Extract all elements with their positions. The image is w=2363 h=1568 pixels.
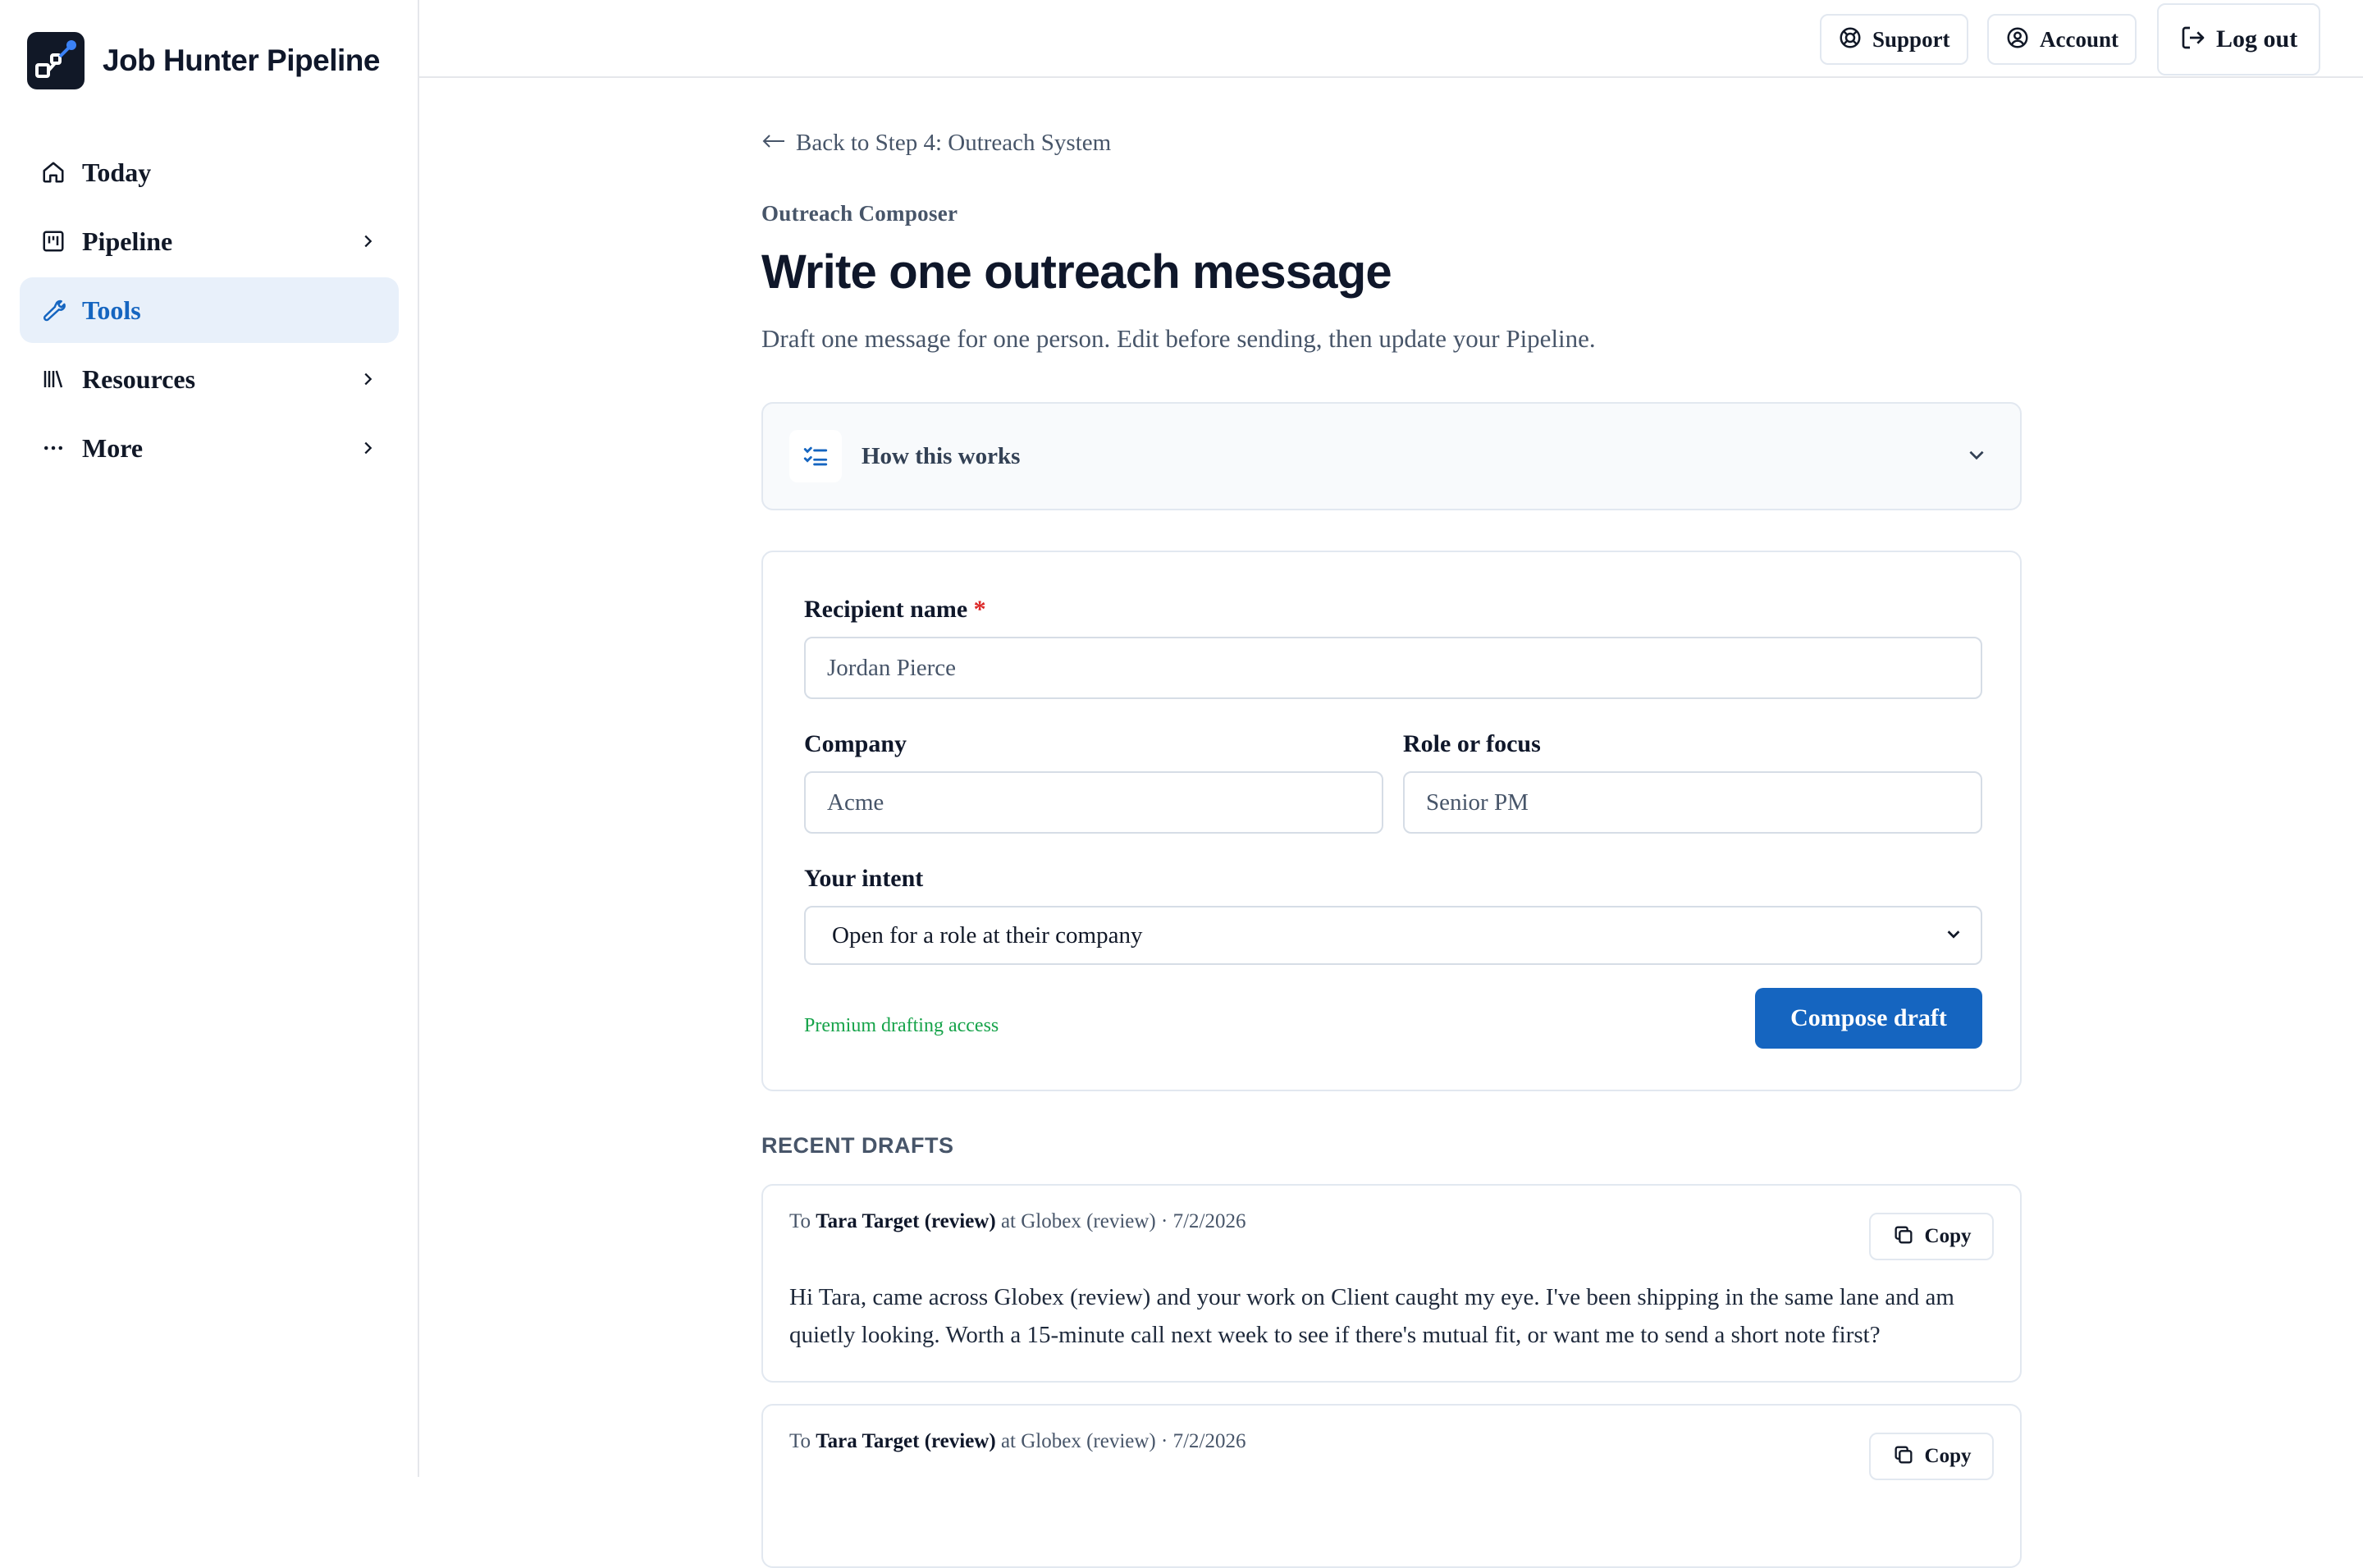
- draft-recipient: Tara Target (review): [816, 1430, 996, 1452]
- support-label: Support: [1872, 26, 1950, 52]
- recipient-name-input[interactable]: [804, 637, 1982, 699]
- sidebar-item-label: Pipeline: [82, 226, 173, 256]
- library-icon: [39, 365, 67, 393]
- sidebar-item-label: More: [82, 432, 144, 463]
- draft-meta: To Tara Target (review) at Globex (revie…: [789, 1210, 1245, 1233]
- recipient-label: Recipient name *: [804, 596, 986, 624]
- top-bar: Support Account Log out: [419, 0, 2363, 78]
- sidebar-item-today[interactable]: Today: [20, 139, 399, 205]
- arrow-left-icon: [761, 131, 786, 155]
- app-logo-icon: [27, 32, 85, 89]
- back-link[interactable]: Back to Step 4: Outreach System: [761, 130, 1111, 157]
- app-title: Job Hunter Pipeline: [103, 43, 380, 77]
- intent-label: Your intent: [804, 865, 924, 892]
- chevron-down-icon: [1945, 925, 1963, 947]
- support-button[interactable]: Support: [1820, 14, 1968, 65]
- copy-label: Copy: [1924, 1225, 1972, 1247]
- sidebar-item-label: Today: [82, 157, 152, 187]
- page-title: Write one outreach message: [761, 245, 1392, 299]
- sidebar-item-label: Tools: [82, 295, 141, 325]
- recipient-label-text: Recipient name: [804, 596, 968, 623]
- company-input[interactable]: [804, 771, 1383, 834]
- draft-to-prefix: To: [789, 1430, 811, 1452]
- sidebar-item-label: Resources: [82, 363, 196, 394]
- role-input[interactable]: [1403, 771, 1982, 834]
- page-eyebrow: Outreach Composer: [761, 201, 958, 226]
- copy-button[interactable]: Copy: [1869, 1213, 1994, 1260]
- intent-select[interactable]: Open for a role at their company: [804, 906, 1982, 965]
- page-subtitle: Draft one message for one person. Edit b…: [761, 324, 1596, 353]
- checklist-icon: [789, 430, 842, 482]
- draft-meta: To Tara Target (review) at Globex (revie…: [789, 1430, 1245, 1453]
- logout-button[interactable]: Log out: [2157, 3, 2321, 75]
- sidebar-item-pipeline[interactable]: Pipeline: [20, 208, 399, 274]
- home-icon: [39, 158, 67, 186]
- intent-select-value: Open for a role at their company: [832, 921, 1143, 949]
- how-this-works-accordion[interactable]: How this works: [761, 402, 2022, 510]
- company-label: Company: [804, 730, 907, 757]
- chevron-right-icon: [356, 437, 379, 459]
- draft-card: To Tara Target (review) at Globex (revie…: [761, 1184, 2022, 1383]
- copy-icon: [1892, 1223, 1915, 1250]
- kanban-icon: [39, 227, 67, 255]
- brand[interactable]: Job Hunter Pipeline: [27, 32, 380, 89]
- required-mark: *: [973, 596, 986, 623]
- user-circle-icon: [2005, 25, 2030, 54]
- draft-body: Hi Tara, came across Globex (review) and…: [789, 1284, 1954, 1348]
- copy-label: Copy: [1924, 1445, 1972, 1467]
- sidebar-nav: Today Pipeline Tools Resources More: [20, 139, 399, 484]
- compose-draft-button[interactable]: Compose draft: [1755, 988, 1982, 1049]
- logout-label: Log out: [2216, 25, 2298, 53]
- lifebuoy-icon: [1838, 25, 1863, 54]
- chevron-right-icon: [356, 230, 379, 253]
- sidebar: Job Hunter Pipeline Today Pipeline Tools…: [0, 0, 419, 1477]
- account-label: Account: [2040, 26, 2118, 52]
- recent-drafts-heading: RECENT DRAFTS: [761, 1133, 954, 1158]
- back-link-label: Back to Step 4: Outreach System: [796, 130, 1112, 156]
- logout-icon: [2180, 25, 2206, 55]
- wrench-icon: [39, 296, 67, 324]
- role-label: Role or focus: [1403, 730, 1541, 757]
- draft-company-date: at Globex (review) · 7/2/2026: [1000, 1210, 1246, 1232]
- sidebar-item-tools[interactable]: Tools: [20, 277, 399, 343]
- how-this-works-label: How this works: [862, 442, 1021, 469]
- premium-access-note: Premium drafting access: [804, 1015, 999, 1036]
- composer-form: Recipient name * Company Role or focus Y…: [761, 551, 2022, 1091]
- sidebar-item-more[interactable]: More: [20, 415, 399, 481]
- account-button[interactable]: Account: [1987, 14, 2137, 65]
- draft-to-prefix: To: [789, 1210, 811, 1232]
- chevron-down-icon: [1966, 444, 1987, 469]
- chevron-right-icon: [356, 368, 379, 391]
- draft-recipient: Tara Target (review): [816, 1210, 996, 1232]
- copy-button[interactable]: Copy: [1869, 1433, 1994, 1480]
- copy-icon: [1892, 1443, 1915, 1470]
- ellipsis-icon: [39, 434, 67, 462]
- sidebar-item-resources[interactable]: Resources: [20, 346, 399, 412]
- draft-card: To Tara Target (review) at Globex (revie…: [761, 1404, 2022, 1568]
- draft-company-date: at Globex (review) · 7/2/2026: [1000, 1430, 1246, 1452]
